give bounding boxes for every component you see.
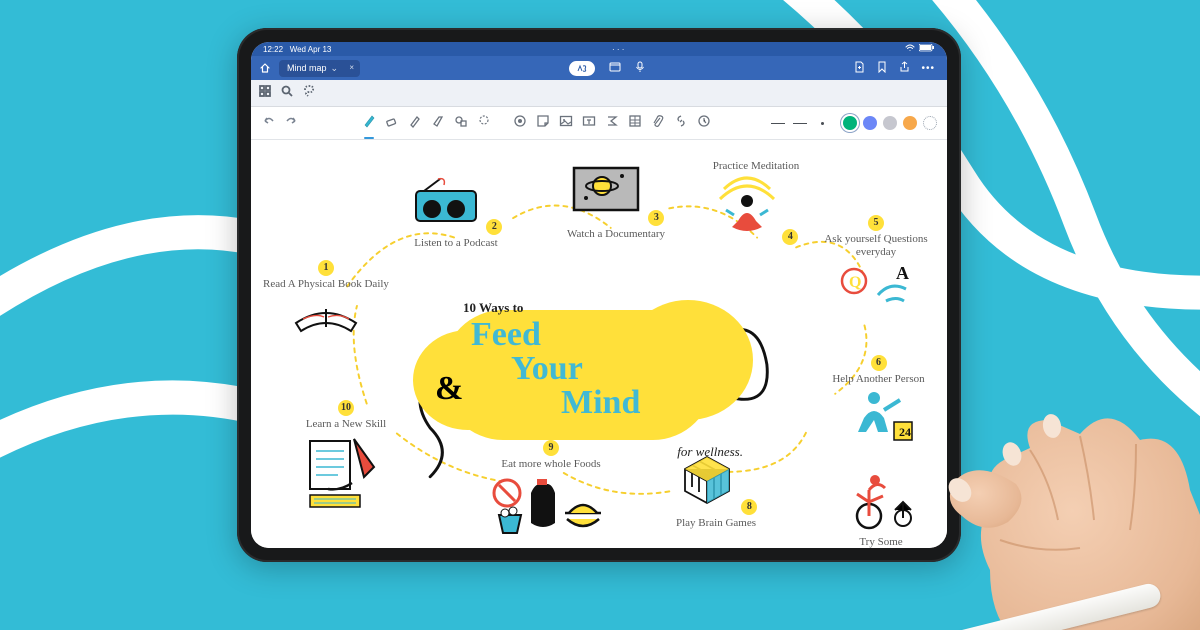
wifi-icon bbox=[905, 44, 915, 54]
ipad-screen: 12:22 Wed Apr 13 · · · Mind map⌄ × bbox=[251, 42, 947, 548]
color-picker-button[interactable] bbox=[923, 116, 937, 130]
bookmark-icon[interactable] bbox=[877, 61, 887, 76]
status-date: Wed Apr 13 bbox=[290, 45, 332, 54]
eraser-tool[interactable] bbox=[385, 114, 399, 133]
ios-status-bar: 12:22 Wed Apr 13 · · · bbox=[251, 42, 947, 56]
status-time: 12:22 bbox=[263, 45, 283, 54]
screen-planet-icon bbox=[568, 162, 646, 218]
color-swatch-2[interactable] bbox=[863, 116, 877, 130]
drawing-canvas[interactable]: 10 Ways to & Feed Your Mind for wellness… bbox=[251, 140, 947, 548]
search-icon[interactable] bbox=[281, 84, 293, 102]
pen-mode-button[interactable] bbox=[569, 61, 595, 76]
status-multitask-dots: · · · bbox=[612, 45, 624, 54]
lasso-select-tool[interactable] bbox=[477, 114, 491, 133]
microphone-icon[interactable] bbox=[635, 61, 645, 76]
stroke-thin[interactable] bbox=[771, 118, 785, 128]
mindmap-node-1: 1 Read A Physical Book Daily bbox=[261, 260, 391, 343]
mindmap-node-6: 6 Help Another Person 24 bbox=[811, 355, 946, 450]
formula-tool[interactable] bbox=[605, 114, 619, 133]
mindmap-node-3: 3 Watch a Documentary bbox=[551, 160, 681, 241]
more-icon[interactable]: ••• bbox=[922, 63, 936, 74]
redo-button[interactable] bbox=[285, 114, 299, 133]
sketchpad-icon bbox=[304, 433, 388, 511]
mindmap-central-node: 10 Ways to & Feed Your Mind for wellness… bbox=[443, 300, 713, 440]
clock-tool[interactable] bbox=[697, 114, 711, 133]
sticky-note-tool[interactable] bbox=[536, 114, 550, 133]
home-button[interactable] bbox=[259, 62, 271, 74]
mindmap-node-4: Practice Meditation 4 bbox=[691, 160, 821, 247]
mindmap-node-9: 9 Eat more whole Foods bbox=[471, 440, 631, 541]
drawing-toolbar bbox=[251, 107, 947, 140]
ampersand-doodle: & bbox=[435, 370, 463, 408]
secondary-toolbar bbox=[251, 80, 947, 107]
central-supertitle: 10 Ways to bbox=[463, 300, 523, 316]
add-page-icon[interactable] bbox=[854, 61, 865, 76]
stroke-dot[interactable] bbox=[815, 118, 829, 128]
mindmap-node-5: 5 Ask yourself Questions everyday Q A bbox=[811, 215, 941, 318]
view-mode-icon[interactable] bbox=[609, 62, 621, 75]
radio-icon bbox=[410, 177, 484, 227]
rubiks-cube-icon bbox=[675, 447, 739, 507]
stroke-medium[interactable] bbox=[793, 118, 807, 128]
undo-button[interactable] bbox=[261, 114, 275, 133]
shapes-tool[interactable] bbox=[454, 114, 468, 133]
central-title: Feed Your Mind bbox=[471, 318, 640, 420]
app-header: Mind map⌄ × ••• bbox=[251, 56, 947, 80]
color-swatch-1[interactable] bbox=[843, 116, 857, 130]
color-swatch-4[interactable] bbox=[903, 116, 917, 130]
svg-text:Q: Q bbox=[849, 274, 861, 291]
close-tab-button[interactable]: × bbox=[349, 63, 354, 72]
mindmap-node-7: Try Some bbox=[821, 470, 941, 548]
mindmap-node-8: 8 Play Brain Games bbox=[651, 445, 781, 530]
record-tool[interactable] bbox=[513, 114, 527, 133]
color-swatch-3[interactable] bbox=[883, 116, 897, 130]
tab-title: Mind map bbox=[287, 63, 327, 73]
highlighter-tool[interactable] bbox=[431, 114, 445, 133]
svg-text:24: 24 bbox=[899, 425, 911, 439]
text-box-tool[interactable] bbox=[582, 114, 596, 133]
lasso-icon[interactable] bbox=[303, 84, 315, 102]
share-icon[interactable] bbox=[899, 61, 910, 76]
mindmap-node-10: 10 Learn a New Skill bbox=[281, 400, 411, 517]
attachment-tool[interactable] bbox=[651, 114, 665, 133]
image-tool[interactable] bbox=[559, 114, 573, 133]
unicycle-icon bbox=[845, 472, 917, 530]
table-tool[interactable] bbox=[628, 114, 642, 133]
ipad-frame: 12:22 Wed Apr 13 · · · Mind map⌄ × bbox=[237, 28, 961, 562]
book-icon bbox=[291, 293, 361, 337]
grid-view-icon[interactable] bbox=[259, 84, 271, 102]
helping-person-icon: 24 bbox=[844, 388, 914, 444]
question-face-icon: Q A bbox=[836, 261, 916, 311]
junk-food-icon bbox=[491, 473, 611, 535]
pen-tool[interactable] bbox=[362, 114, 376, 133]
svg-text:A: A bbox=[896, 263, 909, 283]
pencil-tool[interactable] bbox=[408, 114, 422, 133]
link-tool[interactable] bbox=[674, 114, 688, 133]
meditation-icon bbox=[714, 175, 780, 237]
mindmap-node-2: 2 Listen to a Podcast bbox=[391, 175, 521, 250]
document-tab[interactable]: Mind map⌄ × bbox=[279, 60, 360, 77]
battery-icon bbox=[919, 44, 935, 54]
